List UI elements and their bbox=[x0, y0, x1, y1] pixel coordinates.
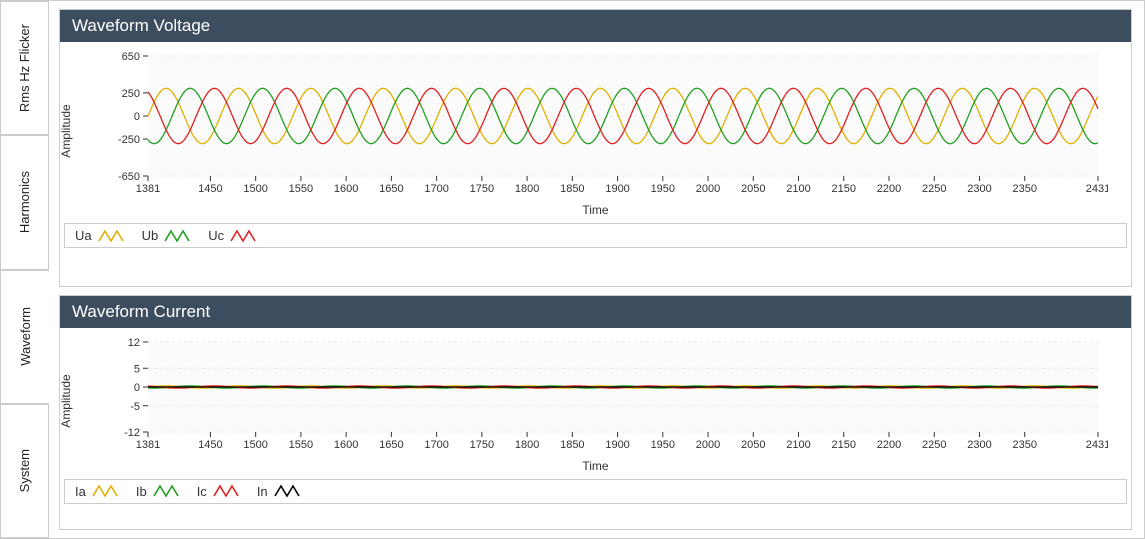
svg-text:0: 0 bbox=[134, 111, 140, 123]
svg-text:-650: -650 bbox=[118, 171, 140, 183]
svg-text:1850: 1850 bbox=[560, 183, 584, 195]
sidebar: Rms Hz Flicker Harmonics Waveform System bbox=[1, 1, 49, 538]
voltage-xlabel: Time bbox=[60, 203, 1131, 217]
svg-text:1650: 1650 bbox=[379, 183, 403, 195]
tab-rms-hz-flicker[interactable]: Rms Hz Flicker bbox=[1, 1, 49, 135]
tab-label: Harmonics bbox=[17, 171, 32, 233]
svg-text:2000: 2000 bbox=[696, 439, 720, 451]
svg-text:1381: 1381 bbox=[136, 183, 160, 195]
svg-text:1500: 1500 bbox=[243, 183, 267, 195]
svg-text:1900: 1900 bbox=[605, 439, 629, 451]
tab-label: Rms Hz Flicker bbox=[17, 24, 32, 112]
tab-waveform[interactable]: Waveform bbox=[1, 270, 49, 404]
current-panel-title: Waveform Current bbox=[60, 296, 1131, 328]
svg-text:2150: 2150 bbox=[832, 183, 856, 195]
legend-item-ia[interactable]: Ia bbox=[75, 484, 118, 499]
svg-text:1800: 1800 bbox=[515, 183, 539, 195]
svg-text:2250: 2250 bbox=[922, 183, 946, 195]
svg-text:2050: 2050 bbox=[741, 439, 765, 451]
svg-text:-12: -12 bbox=[124, 427, 140, 439]
legend-swatch-icon bbox=[98, 229, 124, 243]
main-content: Waveform Voltage Amplitude -650 -250 0 250 6… bbox=[49, 1, 1144, 538]
legend-label: Ic bbox=[197, 484, 207, 499]
svg-text:1850: 1850 bbox=[560, 439, 584, 451]
voltage-panel: Waveform Voltage Amplitude -650 -250 0 250 6… bbox=[59, 9, 1132, 287]
svg-text:12: 12 bbox=[128, 337, 140, 349]
svg-text:1900: 1900 bbox=[605, 183, 629, 195]
svg-text:1950: 1950 bbox=[651, 439, 675, 451]
svg-text:-5: -5 bbox=[130, 400, 140, 412]
svg-text:1800: 1800 bbox=[515, 439, 539, 451]
legend-swatch-icon bbox=[92, 484, 118, 498]
voltage-chart: Amplitude -650 -250 0 250 650 1381 1450 1500 155… bbox=[60, 42, 1131, 219]
svg-text:250: 250 bbox=[122, 88, 140, 100]
current-xlabel: Time bbox=[60, 459, 1131, 473]
svg-text:2200: 2200 bbox=[877, 439, 901, 451]
voltage-ylabel: Amplitude bbox=[59, 104, 73, 157]
svg-text:1700: 1700 bbox=[424, 183, 448, 195]
svg-text:1381: 1381 bbox=[136, 439, 160, 451]
legend-item-ub[interactable]: Ub bbox=[142, 228, 191, 243]
svg-text:2300: 2300 bbox=[967, 183, 991, 195]
current-chart: Amplitude -12 -5 0 5 12 1381 1450 1500 1550 1600 1… bbox=[60, 328, 1131, 475]
svg-text:-250: -250 bbox=[118, 134, 140, 146]
svg-text:2050: 2050 bbox=[741, 183, 765, 195]
svg-text:1600: 1600 bbox=[334, 439, 358, 451]
svg-text:5: 5 bbox=[134, 363, 140, 375]
tab-label: System bbox=[17, 449, 32, 492]
legend-item-uc[interactable]: Uc bbox=[208, 228, 256, 243]
legend-item-ic[interactable]: Ic bbox=[197, 484, 239, 499]
svg-text:2250: 2250 bbox=[922, 439, 946, 451]
legend-swatch-icon bbox=[213, 484, 239, 498]
legend-item-in[interactable]: In bbox=[257, 484, 300, 499]
legend-swatch-icon bbox=[274, 484, 300, 498]
voltage-plot-svg: -650 -250 0 250 650 1381 1450 1500 1550 1600 1650 1… bbox=[108, 48, 1108, 198]
legend-label: In bbox=[257, 484, 268, 499]
svg-text:1600: 1600 bbox=[334, 183, 358, 195]
svg-text:1750: 1750 bbox=[470, 183, 494, 195]
svg-text:1450: 1450 bbox=[198, 183, 222, 195]
legend-swatch-icon bbox=[164, 229, 190, 243]
svg-text:1550: 1550 bbox=[289, 183, 313, 195]
voltage-panel-title: Waveform Voltage bbox=[60, 10, 1131, 42]
legend-swatch-icon bbox=[153, 484, 179, 498]
svg-text:2300: 2300 bbox=[967, 439, 991, 451]
legend-label: Ua bbox=[75, 228, 92, 243]
current-legend: Ia Ib Ic In bbox=[64, 479, 1127, 504]
legend-item-ib[interactable]: Ib bbox=[136, 484, 179, 499]
legend-label: Ib bbox=[136, 484, 147, 499]
svg-text:2350: 2350 bbox=[1012, 183, 1036, 195]
current-plot-svg: -12 -5 0 5 12 1381 1450 1500 1550 1600 1650 1700 175… bbox=[108, 334, 1108, 454]
svg-text:2100: 2100 bbox=[786, 439, 810, 451]
legend-swatch-icon bbox=[230, 229, 256, 243]
current-panel: Waveform Current Amplitude -12 -5 0 5 12 1381… bbox=[59, 295, 1132, 530]
svg-text:1550: 1550 bbox=[289, 439, 313, 451]
svg-text:2200: 2200 bbox=[877, 183, 901, 195]
tab-system[interactable]: System bbox=[1, 404, 49, 538]
current-ylabel: Amplitude bbox=[59, 374, 73, 427]
svg-text:1500: 1500 bbox=[243, 439, 267, 451]
legend-label: Uc bbox=[208, 228, 224, 243]
tab-harmonics[interactable]: Harmonics bbox=[1, 135, 49, 269]
svg-text:1950: 1950 bbox=[651, 183, 675, 195]
svg-text:2431: 2431 bbox=[1086, 439, 1108, 451]
svg-text:0: 0 bbox=[134, 382, 140, 394]
legend-label: Ia bbox=[75, 484, 86, 499]
voltage-legend: Ua Ub Uc bbox=[64, 223, 1127, 248]
legend-label: Ub bbox=[142, 228, 159, 243]
legend-item-ua[interactable]: Ua bbox=[75, 228, 124, 243]
svg-text:650: 650 bbox=[122, 51, 140, 63]
svg-text:1450: 1450 bbox=[198, 439, 222, 451]
svg-text:2000: 2000 bbox=[696, 183, 720, 195]
svg-text:2431: 2431 bbox=[1086, 183, 1108, 195]
svg-text:2100: 2100 bbox=[786, 183, 810, 195]
app-root: Rms Hz Flicker Harmonics Waveform System… bbox=[0, 0, 1145, 539]
svg-text:2150: 2150 bbox=[832, 439, 856, 451]
tab-label: Waveform bbox=[18, 307, 33, 366]
svg-text:2350: 2350 bbox=[1012, 439, 1036, 451]
svg-text:1650: 1650 bbox=[379, 439, 403, 451]
svg-text:1750: 1750 bbox=[470, 439, 494, 451]
svg-text:1700: 1700 bbox=[424, 439, 448, 451]
